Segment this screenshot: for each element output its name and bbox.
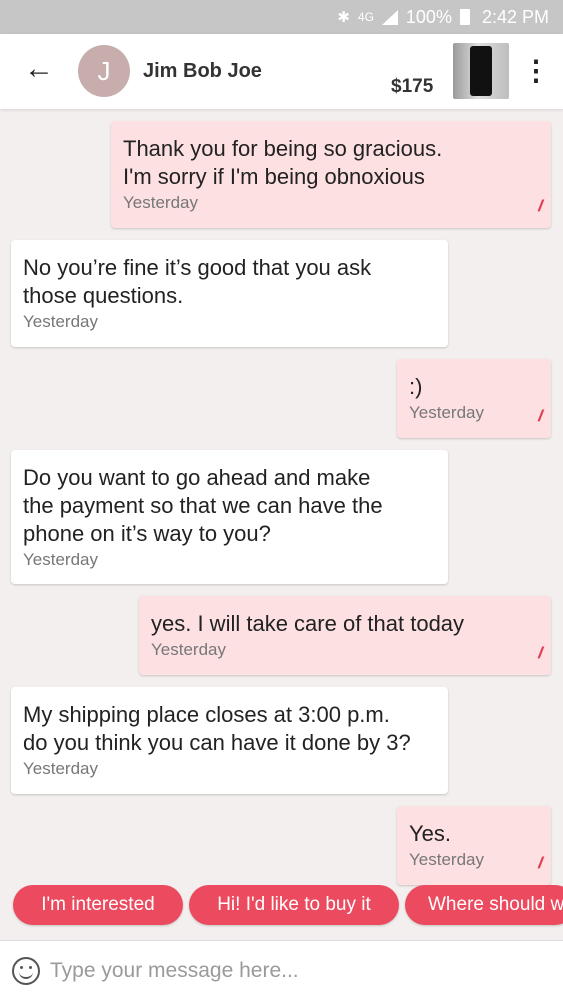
more-options-icon[interactable]: ⋮ — [522, 54, 550, 88]
quick-reply-chip[interactable]: Where should we meet? — [405, 885, 563, 925]
quick-replies: I'm interested Hi! I'd like to buy it Wh… — [0, 885, 563, 929]
message-list[interactable]: Thank you for being so gracious. I'm sor… — [0, 109, 563, 939]
message-bubble-outgoing: Thank you for being so gracious. I'm sor… — [111, 121, 551, 228]
message-text: :) — [409, 374, 423, 399]
message-text: No you’re fine it’s good that you ask th… — [23, 255, 372, 308]
clock: 2:42 PM — [481, 6, 549, 27]
battery-percent: 100% — [405, 6, 452, 27]
back-arrow-icon[interactable]: ← — [22, 52, 56, 86]
message-bubble-incoming: Do you want to go ahead and make the pay… — [11, 450, 448, 584]
message-bubble-incoming: No you’re fine it’s good that you ask th… — [11, 240, 448, 347]
message-text: My shipping place closes at 3:00 p.m. do… — [23, 702, 411, 755]
avatar[interactable]: J — [78, 45, 130, 97]
battery-icon — [459, 9, 470, 25]
message-time: Yesterday — [409, 403, 484, 422]
message-composer — [0, 940, 563, 1000]
network-type: 4G — [357, 10, 374, 24]
message-bubble-incoming: My shipping place closes at 3:00 p.m. do… — [11, 687, 448, 794]
message-bubble-outgoing: yes. I will take care of that today Yest… — [139, 596, 551, 675]
read-ticks-icon: // — [538, 645, 542, 662]
read-ticks-icon: // — [538, 855, 542, 872]
message-text: Thank you for being so gracious. I'm sor… — [123, 136, 443, 189]
signal-icon — [381, 9, 398, 25]
bluetooth-icon: ✱ — [337, 9, 350, 26]
read-ticks-icon: // — [538, 198, 542, 215]
message-time: Yesterday — [23, 312, 98, 331]
quick-reply-chip[interactable]: I'm interested — [13, 885, 183, 925]
phone-image — [470, 46, 492, 96]
emoji-icon[interactable] — [12, 957, 40, 985]
message-time: Yesterday — [123, 193, 198, 212]
message-time: Yesterday — [23, 550, 98, 569]
message-bubble-outgoing: Yes. Yesterday // — [397, 806, 551, 885]
quick-reply-chip[interactable]: Hi! I'd like to buy it — [189, 885, 399, 925]
contact-name[interactable]: Jim Bob Joe — [143, 60, 262, 83]
message-input[interactable] — [50, 953, 545, 989]
message-time: Yesterday — [409, 850, 484, 869]
chat-header: ← J Jim Bob Joe $175 ⋮ — [0, 34, 563, 109]
product-thumbnail[interactable] — [453, 43, 509, 99]
message-bubble-outgoing: :) Yesterday // — [397, 359, 551, 438]
status-bar: ✱ 4G 100% 2:42 PM — [0, 0, 563, 34]
message-text: Do you want to go ahead and make the pay… — [23, 465, 383, 546]
listing-price: $175 — [391, 76, 434, 97]
read-ticks-icon: // — [538, 408, 542, 425]
message-text: Yes. — [409, 821, 452, 846]
message-time: Yesterday — [151, 640, 226, 659]
message-time: Yesterday — [23, 759, 98, 778]
message-text: yes. I will take care of that today — [151, 611, 465, 636]
